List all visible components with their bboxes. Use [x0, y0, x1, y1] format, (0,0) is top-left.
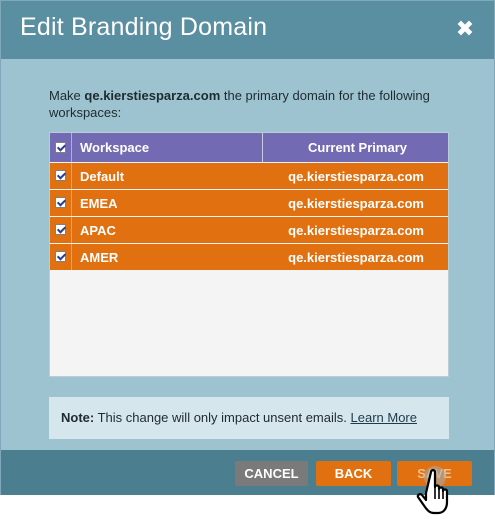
table-row[interactable]: Default qe.kierstiesparza.com: [50, 163, 448, 189]
column-header-current-primary[interactable]: Current Primary: [308, 140, 407, 155]
edit-branding-domain-dialog: Edit Branding Domain ✖ Make qe.kiersties…: [0, 0, 495, 495]
save-button[interactable]: SAVE: [397, 461, 472, 486]
column-divider: [262, 133, 263, 162]
note-box: Note: This change will only impact unsen…: [49, 397, 449, 439]
grid-header-row: Workspace Current Primary: [50, 133, 448, 162]
close-icon[interactable]: ✖: [454, 17, 476, 41]
row-checkbox-icon[interactable]: [55, 251, 66, 262]
back-button[interactable]: BACK: [316, 461, 391, 486]
table-row[interactable]: EMEA qe.kierstiesparza.com: [50, 190, 448, 216]
row-workspace: APAC: [80, 223, 116, 238]
intro-prefix: Make: [49, 88, 85, 103]
header-checkbox-cell: [50, 133, 72, 162]
row-checkbox-icon[interactable]: [55, 197, 66, 208]
row-checkbox-icon[interactable]: [55, 224, 66, 235]
row-checkbox-cell: [50, 163, 72, 189]
dialog-title-bar: Edit Branding Domain ✖: [1, 1, 494, 59]
dialog-title: Edit Branding Domain: [20, 13, 268, 41]
table-row[interactable]: AMER qe.kierstiesparza.com: [50, 244, 448, 270]
primary-domain-name: qe.kierstiesparza.com: [84, 88, 221, 103]
row-workspace: AMER: [80, 250, 119, 265]
row-current-primary: qe.kierstiesparza.com: [288, 223, 424, 238]
row-current-primary: qe.kierstiesparza.com: [288, 196, 424, 211]
row-current-primary: qe.kierstiesparza.com: [288, 250, 424, 265]
intro-text: Make qe.kierstiesparza.com the primary d…: [49, 87, 459, 121]
select-all-checkbox-icon[interactable]: [55, 142, 66, 153]
row-workspace: Default: [80, 169, 125, 184]
row-checkbox-cell: [50, 217, 72, 243]
column-header-workspace[interactable]: Workspace: [80, 140, 149, 155]
row-checkbox-icon[interactable]: [55, 170, 66, 181]
row-current-primary: qe.kierstiesparza.com: [288, 169, 424, 184]
row-workspace: EMEA: [80, 196, 118, 211]
cancel-button[interactable]: CANCEL: [235, 461, 308, 486]
note-text: This change will only impact unsent emai…: [94, 410, 351, 425]
note-label: Note:: [61, 410, 95, 425]
table-row[interactable]: APAC qe.kierstiesparza.com: [50, 217, 448, 243]
row-checkbox-cell: [50, 244, 72, 270]
workspace-grid: Workspace Current Primary Default qe.kie…: [49, 132, 449, 377]
learn-more-link[interactable]: Learn More: [351, 410, 417, 425]
row-checkbox-cell: [50, 190, 72, 216]
